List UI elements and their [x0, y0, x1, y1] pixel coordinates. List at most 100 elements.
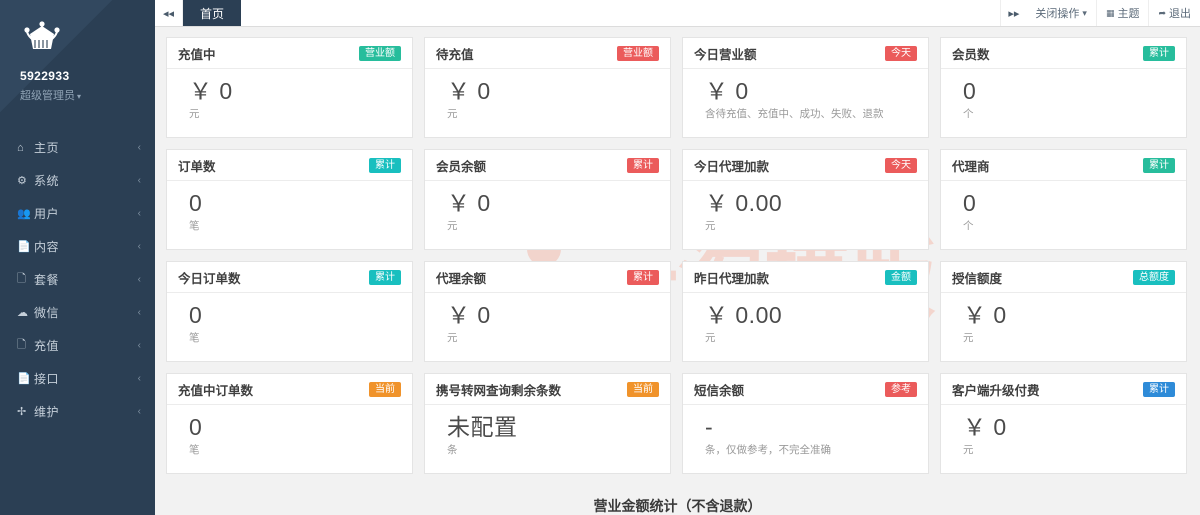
card-value: 0 [963, 190, 1186, 216]
card-unit: 元 [189, 108, 200, 121]
card-title: 客户端升级付费 [952, 383, 1040, 398]
chevron-left-icon: ‹ [137, 208, 141, 219]
card-body: ￥ 0 元 [425, 293, 670, 361]
value-number: 0.00 [735, 302, 783, 328]
status-badge: 金额 [885, 269, 917, 285]
tab-home[interactable]: 首页 [183, 0, 242, 26]
card-value: 未配置 [447, 414, 670, 440]
card-value: 0 [189, 190, 412, 216]
stat-card[interactable]: 短信余额 参考 - 条，仅做参考，不完全准确 [682, 373, 929, 474]
sidebar-item-maintenance[interactable]: ✢ 维护 ‹ [0, 395, 155, 428]
card-unit: 元 [705, 332, 716, 345]
scroll-right-icon[interactable]: ▸▸ [1000, 0, 1026, 26]
currency-symbol: ￥ [447, 78, 471, 104]
sidebar-item-content[interactable]: 📄 内容 ‹ [0, 230, 155, 263]
card-body: ￥ 0 元 [425, 69, 670, 137]
value-number: 未配置 [447, 414, 518, 440]
currency-symbol: ￥ [189, 78, 213, 104]
card-title: 充值中 [178, 47, 216, 62]
wrench-icon: ✢ [17, 406, 27, 418]
stat-card[interactable]: 代理商 累计 0 个 [940, 149, 1187, 250]
stat-card[interactable]: 充值中 营业额 ￥ 0 元 [166, 37, 413, 138]
close-operations-button[interactable]: 关闭操作 ▾ [1026, 0, 1096, 26]
value-number: 0 [963, 190, 977, 216]
stat-card[interactable]: 代理余额 累计 ￥ 0 元 [424, 261, 671, 362]
stat-card[interactable]: 充值中订单数 当前 0 笔 [166, 373, 413, 474]
stat-card[interactable]: 今日营业额 今天 ￥ 0 含待充值、充值中、成功、失败、退款 [682, 37, 929, 138]
topbar-actions: 关闭操作 ▾ ▦ 主题 ➦ 退出 [1026, 0, 1200, 26]
card-header: 昨日代理加款 金额 [683, 262, 928, 293]
caret-down-icon: ▾ [77, 92, 82, 101]
sidebar-item-label: 维护 [34, 405, 60, 419]
sidebar: 5922933 超级管理员▾ ⌂ 主页 ‹ ⚙ 系统 ‹ 👥 用户 ‹ � [0, 0, 155, 515]
value-number: 0 [963, 78, 977, 104]
stat-card[interactable]: 客户端升级付费 累计 ￥ 0 元 [940, 373, 1187, 474]
status-badge: 总额度 [1133, 269, 1175, 285]
status-badge: 累计 [627, 269, 659, 285]
sidebar-item-recharge[interactable]: 🗋 充值 ‹ [0, 329, 155, 362]
logout-label: 退出 [1169, 8, 1191, 20]
currency-symbol: ￥ [705, 78, 729, 104]
card-value: 0 [963, 78, 1186, 104]
status-badge: 营业额 [359, 45, 401, 61]
admin-dashboard: 5922933 超级管理员▾ ⌂ 主页 ‹ ⚙ 系统 ‹ 👥 用户 ‹ � [0, 0, 1200, 515]
card-body: ￥ 0 元 [425, 181, 670, 249]
sidebar-item-users[interactable]: 👥 用户 ‹ [0, 197, 155, 230]
collapse-left-icon[interactable]: ◂◂ [155, 0, 183, 26]
status-badge: 当前 [369, 381, 401, 397]
sidebar-item-system[interactable]: ⚙ 系统 ‹ [0, 164, 155, 197]
sidebar-item-wechat[interactable]: ☁ 微信 ‹ [0, 296, 155, 329]
status-badge: 累计 [1143, 381, 1175, 397]
card-body: ￥ 0 含待充值、充值中、成功、失败、退款 [683, 69, 928, 137]
stat-card[interactable]: 昨日代理加款 金额 ￥ 0.00 元 [682, 261, 929, 362]
card-header: 客户端升级付费 累计 [941, 374, 1186, 405]
card-value: ￥ 0 [447, 190, 670, 216]
card-header: 充值中 营业额 [167, 38, 412, 69]
card-body: ￥ 0.00 元 [683, 181, 928, 249]
value-number: 0 [189, 190, 203, 216]
card-title: 代理余额 [436, 271, 487, 286]
profile-role[interactable]: 超级管理员 ▾ [20, 87, 155, 103]
stat-card[interactable]: 携号转网查询剩余条数 当前 未配置 条 [424, 373, 671, 474]
stat-card[interactable]: 授信额度 总额度 ￥ 0 元 [940, 261, 1187, 362]
sidebar-nav: ⌂ 主页 ‹ ⚙ 系统 ‹ 👥 用户 ‹ 📄 内容 ‹ 🗋 套餐 ‹ ☁ 微信 … [0, 131, 155, 428]
stat-card[interactable]: 今日订单数 累计 0 笔 [166, 261, 413, 362]
card-body: 0 笔 [167, 405, 412, 473]
stat-card[interactable]: 会员数 累计 0 个 [940, 37, 1187, 138]
stat-card[interactable]: 待充值 营业额 ￥ 0 元 [424, 37, 671, 138]
value-number: 0 [189, 414, 203, 440]
sidebar-item-home[interactable]: ⌂ 主页 ‹ [0, 131, 155, 164]
status-badge: 今天 [885, 157, 917, 173]
sidebar-item-label: 主页 [34, 141, 60, 155]
card-unit: 元 [447, 220, 458, 233]
users-icon: 👥 [17, 208, 31, 220]
logout-button[interactable]: ➦ 退出 [1148, 0, 1200, 26]
theme-button[interactable]: ▦ 主题 [1095, 0, 1149, 26]
stat-card[interactable]: 订单数 累计 0 笔 [166, 149, 413, 250]
profile-username: 5922933 [20, 69, 70, 83]
card-unit: 个 [963, 220, 974, 233]
card-unit: 元 [705, 220, 716, 233]
user-profile[interactable]: 5922933 超级管理员 ▾ [0, 0, 155, 117]
stat-card[interactable]: 会员余额 累计 ￥ 0 元 [424, 149, 671, 250]
gears-icon: ⚙ [17, 175, 27, 187]
sidebar-item-package[interactable]: 🗋 套餐 ‹ [0, 263, 155, 296]
value-number: 0 [735, 78, 749, 104]
chart-section-title: 营业金额统计（不含退款） [593, 498, 762, 514]
card-unit: 元 [447, 108, 458, 121]
card-header: 今日营业额 今天 [683, 38, 928, 69]
chevron-left-icon: ‹ [137, 274, 141, 285]
card-unit: 元 [963, 444, 974, 457]
crown-logo-icon [24, 21, 60, 49]
card-value: 0 [189, 414, 412, 440]
card-unit: 笔 [189, 220, 200, 233]
card-header: 代理余额 累计 [425, 262, 670, 293]
card-body: - 条，仅做参考，不完全准确 [683, 405, 928, 473]
card-title: 充值中订单数 [178, 383, 254, 398]
card-title: 会员数 [952, 47, 990, 62]
stat-card[interactable]: 今日代理加款 今天 ￥ 0.00 元 [682, 149, 929, 250]
sidebar-item-label: 微信 [34, 306, 60, 320]
card-header: 携号转网查询剩余条数 当前 [425, 374, 670, 405]
sidebar-item-api[interactable]: 📄 接口 ‹ [0, 362, 155, 395]
